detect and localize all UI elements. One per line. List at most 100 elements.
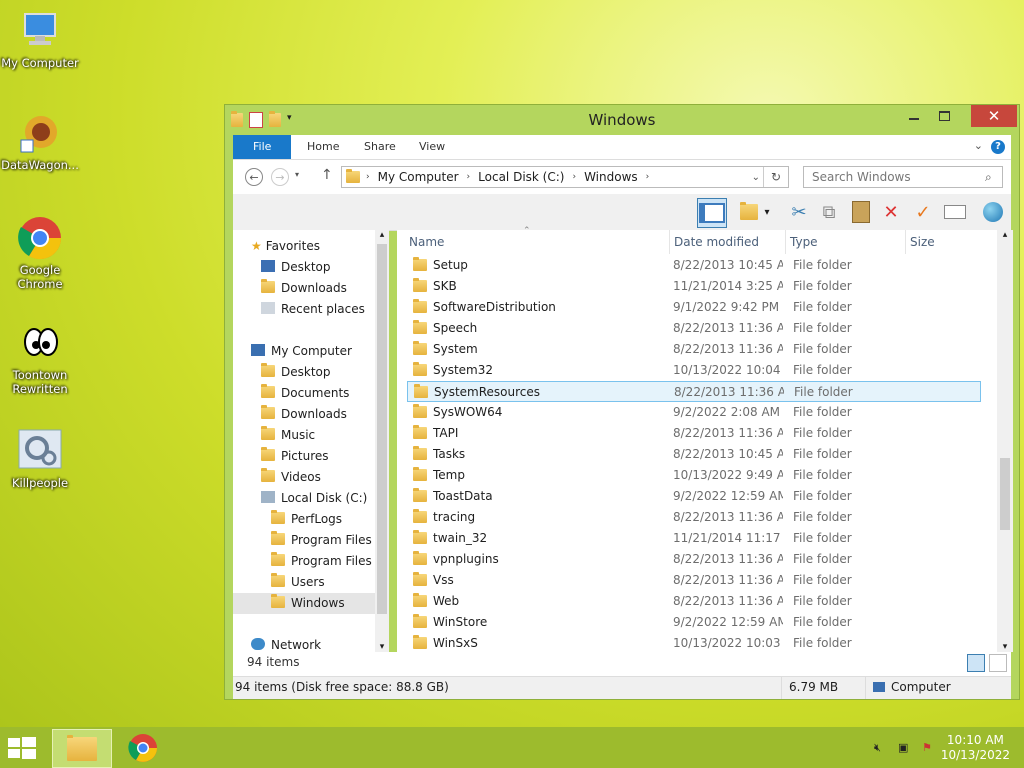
nav-item-downloads[interactable]: Downloads (261, 278, 377, 299)
scroll-down-icon[interactable]: ▾ (375, 642, 389, 652)
address-bar[interactable]: › My Computer › Local Disk (C:) › Window… (341, 166, 789, 188)
properties-button[interactable] (737, 200, 761, 224)
chevron-right-icon[interactable]: › (465, 172, 473, 182)
nav-item-users[interactable]: Users (271, 572, 377, 593)
search-icon[interactable]: ⌕ (985, 170, 992, 185)
file-row[interactable]: Web 8/22/2013 11:36 AM File folder (407, 591, 981, 612)
file-row[interactable]: ToastData 9/2/2022 12:59 AM File folder (407, 486, 981, 507)
file-row[interactable]: vpnplugins 8/22/2013 11:36 AM File folder (407, 549, 981, 570)
file-row[interactable]: twain_32 11/21/2014 11:17 ... File folder (407, 528, 981, 549)
scroll-up-icon[interactable]: ▴ (997, 230, 1013, 240)
taskbar-chrome[interactable] (114, 729, 172, 766)
tab-view[interactable]: View (405, 135, 459, 159)
nav-item-downloads[interactable]: Downloads (261, 404, 377, 425)
taskbar-file-explorer[interactable] (52, 729, 112, 768)
chevron-right-icon[interactable]: › (360, 172, 372, 182)
nav-item-perflogs[interactable]: PerfLogs (271, 509, 377, 530)
clock[interactable]: 10:10 AM 10/13/2022 (941, 733, 1010, 763)
back-button[interactable]: ← (245, 168, 263, 186)
minimize-button[interactable] (899, 105, 929, 127)
nav-item-program-files-x86[interactable]: Program Files ( (271, 551, 377, 572)
checkmark-icon[interactable]: ✓ (911, 200, 935, 224)
breadcrumb-local-disk[interactable]: Local Disk (C:) (472, 170, 570, 184)
nav-item-my-computer[interactable]: My Computer (251, 341, 377, 362)
file-row[interactable]: System32 10/13/2022 10:04 ... File folder (407, 360, 981, 381)
column-header-name[interactable]: Name (409, 230, 444, 254)
delete-icon[interactable]: ✕ (879, 200, 903, 224)
nav-item-videos[interactable]: Videos (261, 467, 377, 488)
file-row[interactable]: TAPI 8/22/2013 11:36 AM File folder (407, 423, 981, 444)
desktop-icon-killpeople[interactable]: Killpeople (0, 428, 80, 490)
scroll-down-icon[interactable]: ▾ (997, 642, 1013, 652)
rename-icon[interactable] (943, 200, 967, 224)
refresh-icon[interactable]: ↻ (763, 167, 788, 187)
desktop-icon-datawagon[interactable]: DataWagon... (0, 110, 80, 172)
nav-item-desktop[interactable]: Desktop (261, 362, 377, 383)
nav-item-program-files[interactable]: Program Files (271, 530, 377, 551)
desktop-icon-chrome[interactable]: Google Chrome (0, 215, 80, 291)
file-row[interactable]: tracing 8/22/2013 11:36 AM File folder (407, 507, 981, 528)
chevron-down-icon[interactable]: ▾ (761, 200, 773, 224)
scroll-up-icon[interactable]: ▴ (375, 230, 389, 240)
file-row[interactable]: SoftwareDistribution 9/1/2022 9:42 PM File… (407, 297, 981, 318)
file-row[interactable]: System 8/22/2013 11:36 AM File folder (407, 339, 981, 360)
close-button[interactable]: ✕ (971, 105, 1017, 127)
up-button[interactable]: ↑ (321, 167, 333, 183)
file-row[interactable]: SystemResources 8/22/2013 11:36 AM File fo… (407, 381, 981, 402)
search-input[interactable]: Search Windows (803, 166, 1003, 188)
nav-item-music[interactable]: Music (261, 425, 377, 446)
downloads-icon (261, 279, 275, 293)
nav-item-recent-places[interactable]: Recent places (261, 299, 377, 320)
chevron-right-icon[interactable]: › (644, 172, 652, 182)
nav-item-windows[interactable]: Windows (233, 593, 377, 614)
file-date: 10/13/2022 10:03 ... (673, 636, 783, 650)
file-row[interactable]: Vss 8/22/2013 11:36 AM File folder (407, 570, 981, 591)
forward-button[interactable]: → (271, 168, 289, 186)
copy-icon[interactable]: ⧉ (817, 200, 841, 224)
file-row[interactable]: Temp 10/13/2022 9:49 AM File folder (407, 465, 981, 486)
nav-item-favorites[interactable]: ★ Favorites (251, 236, 377, 257)
scrollbar-thumb[interactable] (377, 244, 387, 614)
chevron-down-icon[interactable]: ⌄ (752, 172, 760, 183)
tab-home[interactable]: Home (293, 135, 353, 159)
column-header-type[interactable]: Type (785, 230, 818, 254)
scrollbar-thumb[interactable] (1000, 458, 1010, 530)
maximize-button[interactable] (929, 105, 959, 127)
tab-file[interactable]: File (233, 135, 292, 159)
large-icons-view-icon[interactable] (989, 654, 1007, 672)
nav-item-documents[interactable]: Documents (261, 383, 377, 404)
tab-share[interactable]: Share (350, 135, 410, 159)
file-row[interactable]: WinSxS 10/13/2022 10:03 ... File folder (407, 633, 981, 654)
action-center-icon[interactable]: ⚑ (922, 741, 938, 755)
details-view-icon[interactable] (967, 654, 985, 672)
chevron-right-icon[interactable]: › (570, 172, 578, 182)
column-header-date[interactable]: Date modified (669, 230, 759, 254)
title-bar[interactable]: ▾ Windows ✕ (225, 105, 1019, 135)
recent-locations-icon[interactable]: ▾ (295, 170, 299, 179)
column-header-size[interactable]: Size (905, 230, 986, 254)
help-icon[interactable]: ? (991, 140, 1005, 154)
preview-pane-button[interactable] (697, 198, 727, 228)
paste-icon[interactable] (849, 200, 873, 224)
globe-icon[interactable] (981, 200, 1005, 224)
file-row[interactable]: SKB 11/21/2014 3:25 AM File folder (407, 276, 981, 297)
volume-muted-icon[interactable]: 🔇︎ (874, 741, 890, 755)
file-row[interactable]: WinStore 9/2/2022 12:59 AM File folder (407, 612, 981, 633)
desktop-icon-my-computer[interactable]: My Computer (0, 8, 80, 70)
nav-item-local-disk[interactable]: Local Disk (C:) (261, 488, 377, 509)
start-button[interactable] (8, 737, 36, 759)
file-row[interactable]: Setup 8/22/2013 10:45 AM File folder (407, 255, 981, 276)
breadcrumb-my-computer[interactable]: My Computer (372, 170, 465, 184)
nav-item-desktop[interactable]: Desktop (261, 257, 377, 278)
cut-icon[interactable]: ✂ (787, 200, 811, 224)
file-row[interactable]: Tasks 8/22/2013 10:45 AM File folder (407, 444, 981, 465)
expand-ribbon-icon[interactable]: ⌄ (974, 139, 983, 152)
file-list-scrollbar[interactable]: ▴ ▾ (997, 230, 1013, 652)
nav-scrollbar[interactable]: ▴ ▾ (375, 230, 389, 652)
file-row[interactable]: SysWOW64 9/2/2022 2:08 AM File folder (407, 402, 981, 423)
breadcrumb-windows[interactable]: Windows (578, 170, 644, 184)
nav-item-pictures[interactable]: Pictures (261, 446, 377, 467)
network-tray-icon[interactable]: ▣ (898, 741, 914, 755)
desktop-icon-toontown[interactable]: Toontown Rewritten (0, 320, 80, 396)
file-row[interactable]: Speech 8/22/2013 11:36 AM File folder (407, 318, 981, 339)
